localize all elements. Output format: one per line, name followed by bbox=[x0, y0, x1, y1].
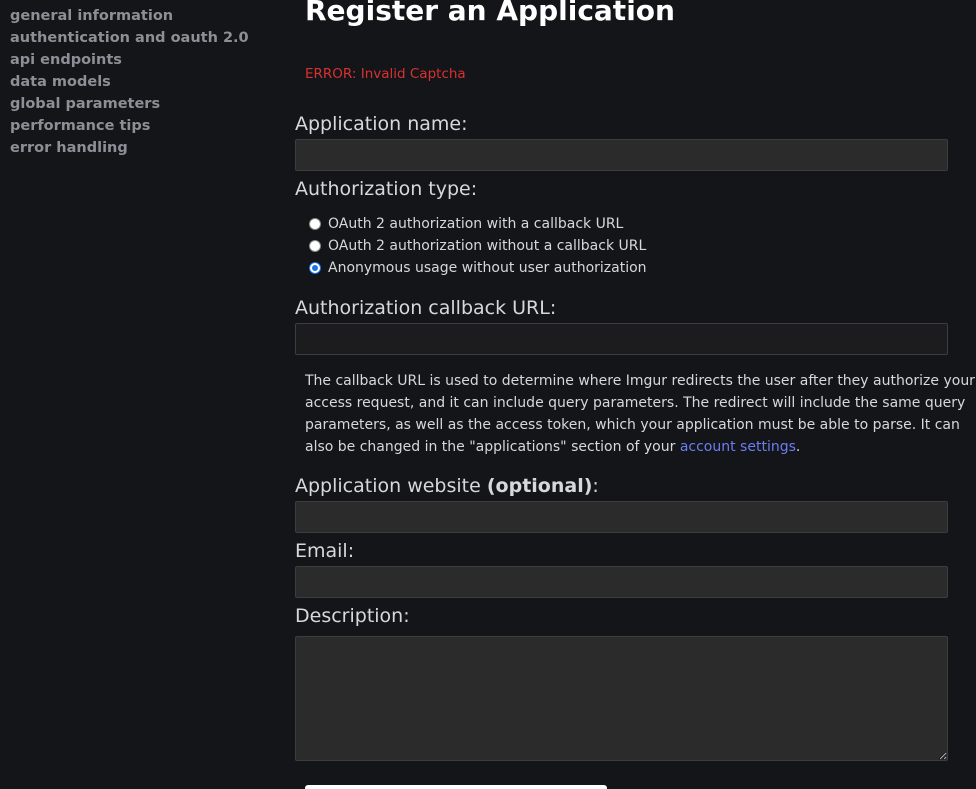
help-text-body: The callback URL is used to determine wh… bbox=[305, 373, 975, 455]
sidebar-item-performance-tips[interactable]: performance tips bbox=[10, 115, 280, 137]
radio-oauth-callback[interactable]: OAuth 2 authorization with a callback UR… bbox=[309, 214, 623, 234]
radio-label: Anonymous usage without user authorizati… bbox=[328, 260, 647, 276]
sidebar-item-data-models[interactable]: data models bbox=[10, 71, 280, 93]
page: general information authentication and o… bbox=[0, 0, 976, 789]
sidebar-nav: general information authentication and o… bbox=[10, 5, 280, 159]
captcha-widget-partial[interactable] bbox=[305, 785, 607, 789]
email-label: Email: bbox=[295, 540, 355, 562]
radio-oauth-no-callback[interactable]: OAuth 2 authorization without a callback… bbox=[309, 236, 646, 256]
sidebar-item-error-handling[interactable]: error handling bbox=[10, 137, 280, 159]
help-text-suffix: . bbox=[795, 439, 801, 455]
email-input[interactable] bbox=[295, 566, 948, 598]
sidebar-item-authentication[interactable]: authentication and oauth 2.0 bbox=[10, 27, 280, 49]
application-name-input[interactable] bbox=[295, 139, 948, 171]
website-label-suffix: : bbox=[592, 475, 599, 497]
application-name-label: Application name: bbox=[295, 113, 468, 135]
page-title: Register an Application bbox=[305, 0, 675, 27]
callback-url-label: Authorization callback URL: bbox=[295, 297, 557, 319]
sidebar-item-global-parameters[interactable]: global parameters bbox=[10, 93, 280, 115]
website-label: Application website (optional): bbox=[295, 475, 599, 497]
website-input[interactable] bbox=[295, 501, 948, 533]
authorization-type-label: Authorization type: bbox=[295, 178, 478, 200]
website-label-text: Application website bbox=[295, 475, 487, 497]
callback-url-input[interactable] bbox=[295, 323, 948, 355]
radio-label: OAuth 2 authorization without a callback… bbox=[328, 238, 647, 254]
description-textarea[interactable] bbox=[295, 636, 948, 761]
sidebar-item-general-information[interactable]: general information bbox=[10, 5, 280, 27]
callback-url-help-text: The callback URL is used to determine wh… bbox=[305, 370, 976, 458]
radio-button[interactable] bbox=[309, 218, 321, 230]
sidebar-item-api-endpoints[interactable]: api endpoints bbox=[10, 49, 280, 71]
radio-anonymous-usage[interactable]: Anonymous usage without user authorizati… bbox=[309, 258, 647, 278]
account-settings-link[interactable]: account settings bbox=[680, 439, 796, 455]
description-label: Description: bbox=[295, 605, 410, 627]
radio-button[interactable] bbox=[309, 240, 321, 252]
error-message: ERROR: Invalid Captcha bbox=[305, 66, 466, 82]
radio-button-selected[interactable] bbox=[309, 262, 321, 274]
website-label-optional: (optional) bbox=[486, 475, 593, 497]
radio-label: OAuth 2 authorization with a callback UR… bbox=[328, 216, 624, 232]
